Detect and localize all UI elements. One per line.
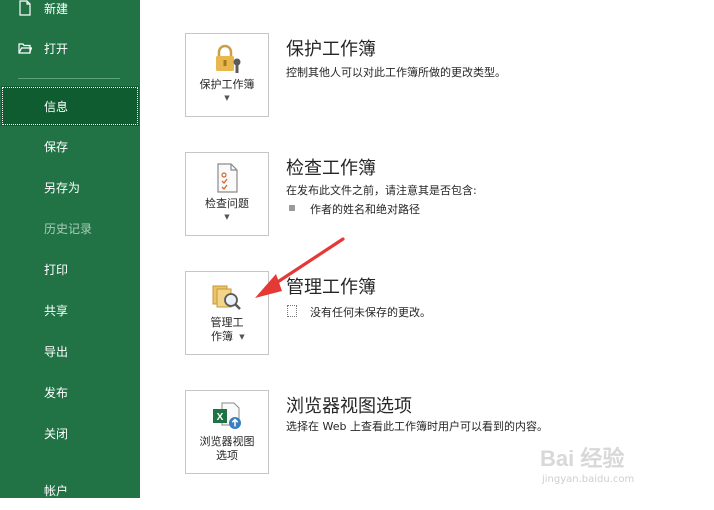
baidu-paw-logo: Bai 经验 <box>540 446 624 471</box>
watermark-logo-text: Bai 经验 <box>540 446 624 471</box>
annotation-arrow <box>255 237 345 298</box>
watermark: Bai 经验 jingyan.baidu.com <box>532 442 692 492</box>
watermark-url: jingyan.baidu.com <box>542 474 635 485</box>
